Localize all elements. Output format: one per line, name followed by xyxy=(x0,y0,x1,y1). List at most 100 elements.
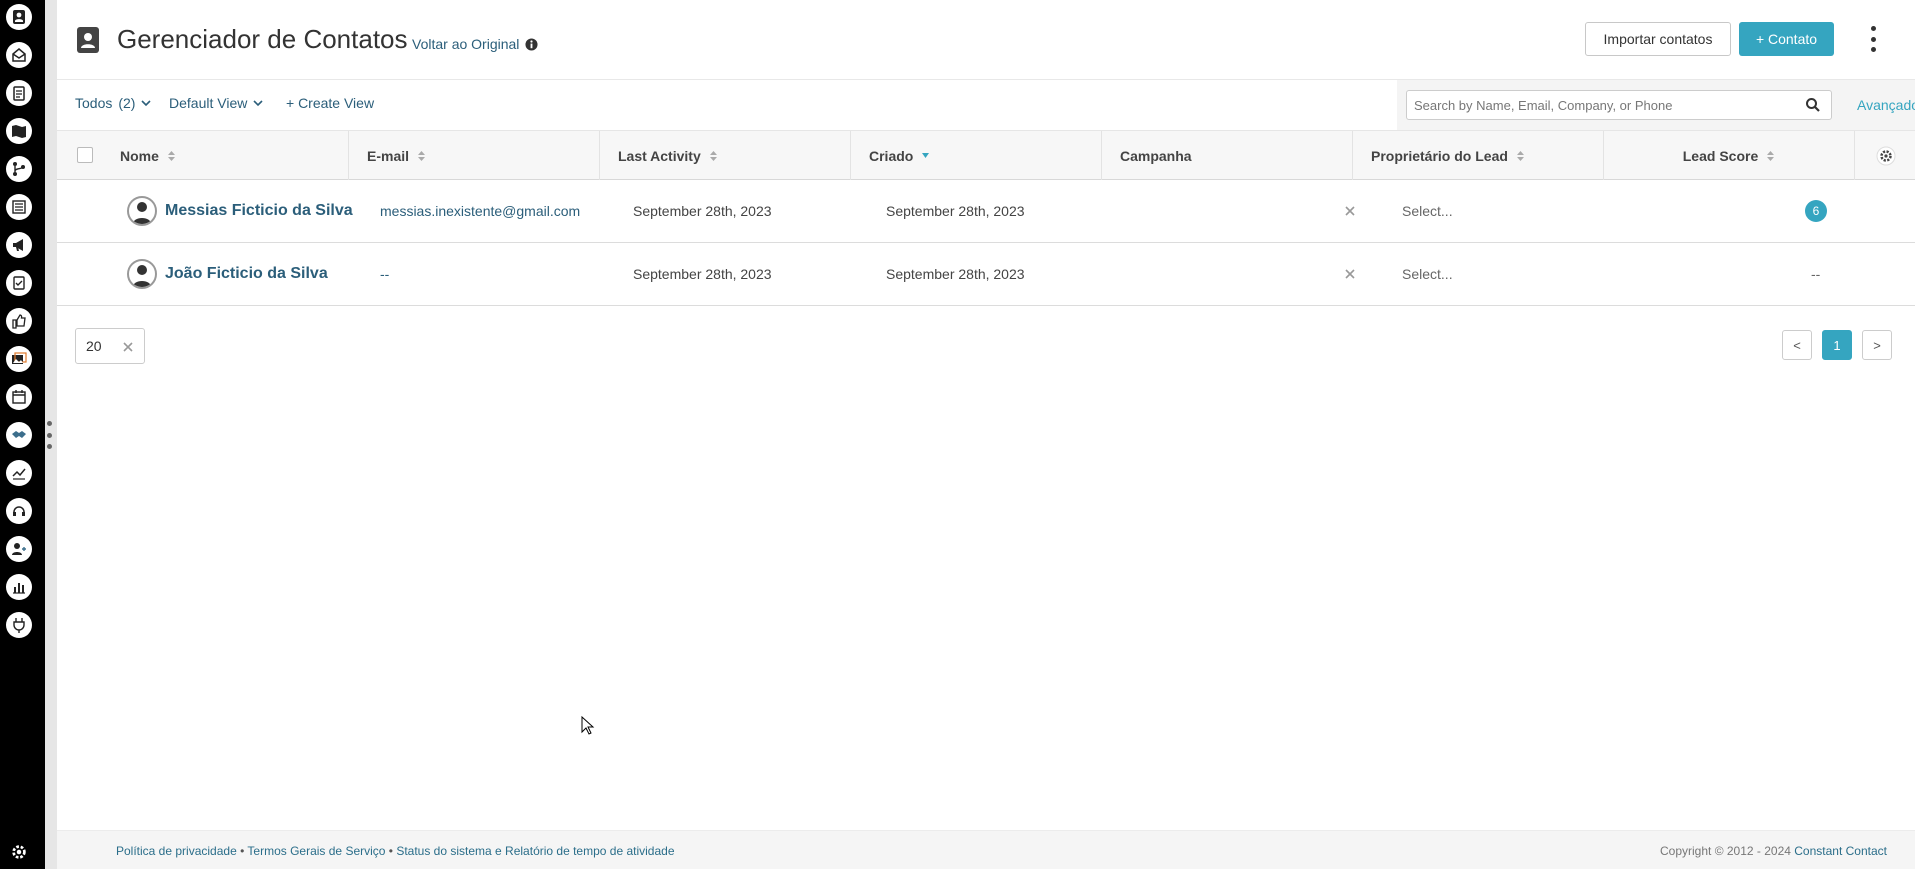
app-nav-rail xyxy=(0,0,45,869)
reports-icon[interactable] xyxy=(6,574,32,600)
inbox-icon[interactable] xyxy=(6,42,32,68)
footer-separator: • xyxy=(236,844,248,858)
forms-icon[interactable] xyxy=(6,270,32,296)
filter-count: (2) xyxy=(118,95,136,111)
close-icon[interactable] xyxy=(122,341,134,353)
user-add-icon[interactable] xyxy=(6,536,32,562)
column-header-campaign[interactable]: Campanha xyxy=(1102,131,1353,181)
person-silhouette-icon xyxy=(133,265,151,287)
playbook-icon[interactable] xyxy=(6,118,32,144)
avatar xyxy=(127,259,157,289)
next-page-button[interactable]: > xyxy=(1862,330,1892,360)
deals-handshake-icon[interactable] xyxy=(6,422,32,448)
column-header-lead-score[interactable]: Lead Score xyxy=(1604,131,1855,181)
media-icon[interactable] xyxy=(6,346,32,372)
page-title: Gerenciador de Contatos xyxy=(117,24,408,54)
page-1-button[interactable]: 1 xyxy=(1822,330,1852,360)
contact-name-cell: João Ficticio da Silva xyxy=(127,243,328,305)
main-content: Gerenciador de Contatos Voltar ao Origin… xyxy=(57,0,1915,869)
owner-select-value: Select... xyxy=(1402,203,1453,219)
more-options-icon[interactable] xyxy=(1863,26,1883,52)
advanced-search-link[interactable]: Avançado xyxy=(1857,97,1915,113)
column-header-owner[interactable]: Proprietário do Lead xyxy=(1353,131,1604,181)
column-header-created[interactable]: Criado xyxy=(851,131,1102,181)
search-input[interactable] xyxy=(1406,90,1832,120)
workflow-icon[interactable] xyxy=(6,156,32,182)
prev-page-button[interactable]: < xyxy=(1782,330,1812,360)
revert-to-original-link[interactable]: Voltar ao Original xyxy=(412,36,538,52)
create-view-link[interactable]: + Create View xyxy=(286,95,374,111)
table-header: Nome E-mail Last Activity Criado Campanh… xyxy=(57,130,1915,181)
column-label: Lead Score xyxy=(1682,148,1759,164)
column-header-last-activity[interactable]: Last Activity xyxy=(600,131,851,181)
add-contact-button[interactable]: + Contato xyxy=(1739,22,1834,56)
close-icon xyxy=(1345,206,1355,216)
campaign-clear-button[interactable] xyxy=(1344,180,1356,242)
email-link[interactable]: messias.inexistente@gmail.com xyxy=(380,203,580,219)
copyright-text: Copyright © 2012 - 2024 xyxy=(1660,844,1795,858)
last-activity-cell: September 28th, 2023 xyxy=(633,203,772,219)
lead-score-cell: -- xyxy=(1811,266,1821,282)
sort-icon xyxy=(709,151,717,161)
column-header-name[interactable]: Nome xyxy=(102,131,349,181)
sort-icon xyxy=(1516,151,1524,161)
email-empty: -- xyxy=(380,266,390,282)
table-row[interactable]: João Ficticio da Silva -- September 28th… xyxy=(57,243,1915,306)
support-headset-icon[interactable] xyxy=(6,498,32,524)
copyright: Copyright © 2012 - 2024 Constant Contact xyxy=(1660,844,1887,858)
owner-select[interactable]: Select... xyxy=(1402,180,1453,242)
contacts-icon[interactable] xyxy=(6,4,32,30)
lead-score-cell: 6 xyxy=(1805,180,1827,242)
created-cell: September 28th, 2023 xyxy=(886,203,1025,219)
contact-name-link[interactable]: João Ficticio da Silva xyxy=(165,265,328,283)
campaign-megaphone-icon[interactable] xyxy=(6,232,32,258)
search-bar: Avançado xyxy=(1397,80,1915,130)
revert-link-label: Voltar ao Original xyxy=(412,36,520,52)
tasks-icon[interactable] xyxy=(6,80,32,106)
lead-score-badge: 6 xyxy=(1805,200,1827,222)
table-row[interactable]: Messias Ficticio da Silva messias.inexis… xyxy=(57,180,1915,243)
analytics-icon[interactable] xyxy=(6,460,32,486)
search-icon[interactable] xyxy=(1805,97,1821,113)
page-footer: Política de privacidade • Termos Gerais … xyxy=(57,830,1915,869)
column-label: Proprietário do Lead xyxy=(1371,148,1508,164)
rail-toggle-handle[interactable] xyxy=(46,421,52,449)
calendar-icon[interactable] xyxy=(6,384,32,410)
system-status-link[interactable]: Status do sistema e Relatório de tempo d… xyxy=(396,844,674,858)
contact-name-link[interactable]: Messias Ficticio da Silva xyxy=(165,202,353,220)
column-label: Nome xyxy=(120,148,159,164)
per-page-select[interactable]: 20 xyxy=(75,328,145,364)
integrations-plug-icon[interactable] xyxy=(6,612,32,638)
sort-desc-icon xyxy=(922,153,930,158)
gear-icon[interactable] xyxy=(10,843,28,861)
select-all-checkbox[interactable] xyxy=(77,147,93,163)
view-dropdown[interactable]: Default View xyxy=(169,95,263,111)
owner-select[interactable]: Select... xyxy=(1402,243,1453,305)
social-like-icon[interactable] xyxy=(6,308,32,334)
person-silhouette-icon xyxy=(133,202,151,224)
brand-link[interactable]: Constant Contact xyxy=(1794,844,1887,858)
address-book-icon xyxy=(77,27,99,53)
terms-of-service-link[interactable]: Termos Gerais de Serviço xyxy=(247,844,385,858)
campaign-clear-button[interactable] xyxy=(1344,243,1356,305)
column-settings-gear-icon[interactable] xyxy=(1876,146,1896,166)
view-label: Default View xyxy=(169,95,248,111)
filter-label: Todos xyxy=(75,95,113,111)
chevron-down-icon xyxy=(141,100,152,107)
list-icon[interactable] xyxy=(6,194,32,220)
import-contacts-button[interactable]: Importar contatos xyxy=(1585,22,1731,56)
info-icon[interactable] xyxy=(525,37,538,51)
column-header-email[interactable]: E-mail xyxy=(349,131,600,181)
column-label: Criado xyxy=(869,148,914,164)
page-header: Gerenciador de Contatos Voltar ao Origin… xyxy=(57,0,1915,80)
privacy-policy-link[interactable]: Política de privacidade xyxy=(116,844,237,858)
per-page-value: 20 xyxy=(86,338,102,354)
column-label: E-mail xyxy=(367,148,410,164)
contact-name-cell: Messias Ficticio da Silva xyxy=(127,180,353,242)
mouse-cursor-icon xyxy=(581,716,595,735)
avatar xyxy=(127,196,157,226)
owner-select-value: Select... xyxy=(1402,266,1453,282)
close-icon xyxy=(1345,269,1355,279)
filter-dropdown[interactable]: Todos (2) xyxy=(75,95,152,111)
sort-icon xyxy=(418,151,426,161)
